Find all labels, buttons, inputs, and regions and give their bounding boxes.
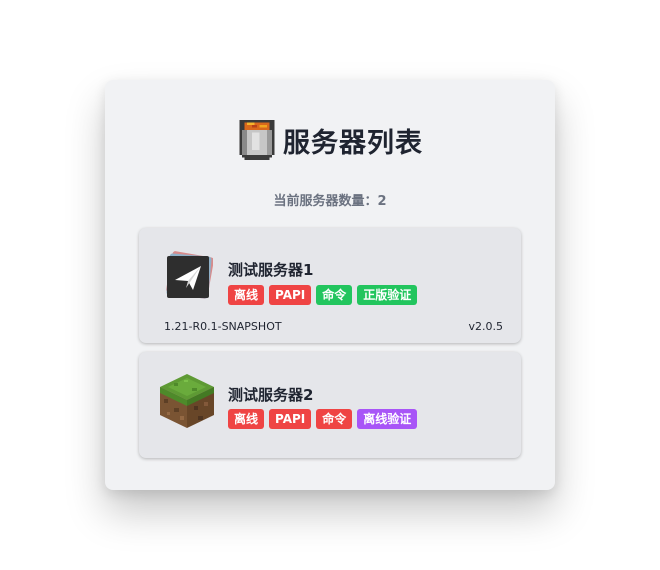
tag-command: 命令 [316,409,353,429]
server-count: 当前服务器数量：2 [273,194,387,209]
server-name: 测试服务器1 [228,261,314,279]
title-row: 服务器列表 [105,117,555,163]
server-card-1[interactable]: 测试服务器1 离线 PAPI 命令 正版验证 1.21-R0.1-SNAPSHO… [139,228,521,343]
card-footer: 1.21-R0.1-SNAPSHOT v2.0.5 [164,320,503,333]
server-list-panel: 服务器列表 当前服务器数量：2 测试服务器1 离线 PAPI 命令 正版验证 1… [105,80,555,490]
lava-bucket-icon [239,120,275,160]
tag-papi: PAPI [269,285,312,305]
tag-auth: 正版验证 [357,285,418,305]
server-name: 测试服务器2 [228,386,314,404]
paper-plane-icon [166,251,213,299]
tag-papi: PAPI [269,409,312,429]
plugin-version: v2.0.5 [468,320,504,333]
server-tags: 离线 PAPI 命令 离线验证 [228,409,418,429]
server-tags: 离线 PAPI 命令 正版验证 [228,285,418,305]
tag-command: 命令 [316,285,353,305]
grass-block-icon [160,374,214,428]
tag-offline: 离线 [228,285,265,305]
tag-offline: 离线 [228,409,265,429]
server-card-2[interactable]: 测试服务器2 离线 PAPI 命令 离线验证 [139,352,521,458]
page-title: 服务器列表 [283,127,423,159]
server-version: 1.21-R0.1-SNAPSHOT [164,320,282,333]
tag-auth: 离线验证 [357,409,418,429]
